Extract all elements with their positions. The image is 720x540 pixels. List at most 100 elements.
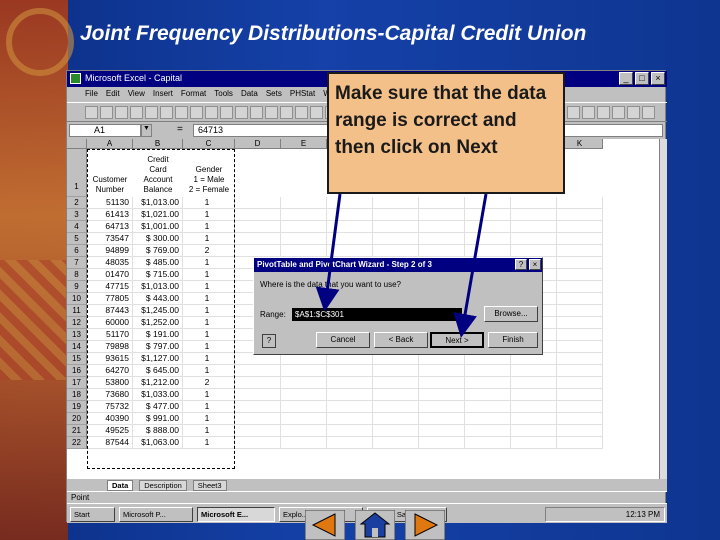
empty-cell[interactable] (281, 413, 327, 425)
row-header[interactable]: 17 (67, 377, 87, 389)
empty-cell[interactable] (511, 365, 557, 377)
empty-cell[interactable] (419, 377, 465, 389)
empty-cell[interactable] (465, 377, 511, 389)
empty-cell[interactable] (419, 365, 465, 377)
taskbar-button[interactable]: Microsoft E... (197, 507, 275, 522)
empty-cell[interactable] (327, 425, 373, 437)
empty-cell[interactable] (419, 425, 465, 437)
empty-cell[interactable] (511, 401, 557, 413)
empty-cell[interactable] (557, 281, 603, 293)
empty-cell[interactable] (419, 245, 465, 257)
empty-cell[interactable] (327, 365, 373, 377)
row-header[interactable]: 16 (67, 365, 87, 377)
menu-item-sets[interactable]: Sets (266, 89, 282, 101)
save-icon[interactable] (115, 106, 128, 119)
row-header[interactable]: 8 (67, 269, 87, 281)
empty-cell[interactable] (281, 377, 327, 389)
empty-cell[interactable] (235, 425, 281, 437)
empty-cell[interactable] (557, 437, 603, 449)
empty-cell[interactable] (419, 197, 465, 209)
hyperlink-icon[interactable] (265, 106, 278, 119)
empty-cell[interactable] (281, 197, 327, 209)
spelling-icon[interactable] (160, 106, 173, 119)
empty-cell[interactable] (511, 233, 557, 245)
column-header-a[interactable]: A (87, 139, 133, 149)
empty-cell[interactable] (465, 245, 511, 257)
empty-cell[interactable] (281, 365, 327, 377)
row-header[interactable]: 11 (67, 305, 87, 317)
empty-cell[interactable] (373, 221, 419, 233)
menu-item-phstat[interactable]: PHStat (290, 89, 315, 101)
row-header[interactable]: 21 (67, 425, 87, 437)
empty-cell[interactable] (557, 377, 603, 389)
row-header[interactable]: 19 (67, 401, 87, 413)
menu-item-file[interactable]: File (85, 89, 98, 101)
empty-cell[interactable] (511, 437, 557, 449)
row-header[interactable]: 9 (67, 281, 87, 293)
empty-cell[interactable] (511, 209, 557, 221)
range-input[interactable]: $A$1:$C$301 (292, 308, 462, 321)
next-slide-icon[interactable] (405, 510, 445, 540)
row-header[interactable]: 5 (67, 233, 87, 245)
empty-cell[interactable] (373, 389, 419, 401)
empty-cell[interactable] (327, 209, 373, 221)
next-button[interactable]: Next > (430, 332, 484, 348)
empty-cell[interactable] (557, 353, 603, 365)
empty-cell[interactable] (327, 377, 373, 389)
undo-icon[interactable] (235, 106, 248, 119)
dialog-close-button[interactable]: × (529, 259, 541, 270)
empty-cell[interactable] (465, 209, 511, 221)
empty-cell[interactable] (281, 425, 327, 437)
previous-slide-icon[interactable] (305, 510, 345, 540)
empty-cell[interactable] (557, 401, 603, 413)
empty-cell[interactable] (465, 425, 511, 437)
empty-cell[interactable] (235, 365, 281, 377)
column-header-b[interactable]: B (133, 139, 183, 149)
empty-cell[interactable] (557, 413, 603, 425)
empty-cell[interactable] (373, 437, 419, 449)
print-icon[interactable] (130, 106, 143, 119)
empty-cell[interactable] (373, 209, 419, 221)
empty-cell[interactable] (557, 389, 603, 401)
column-header-c[interactable]: C (183, 139, 235, 149)
empty-cell[interactable] (419, 437, 465, 449)
row-header[interactable]: 22 (67, 437, 87, 449)
empty-cell[interactable] (373, 233, 419, 245)
empty-cell[interactable] (373, 425, 419, 437)
redo-icon[interactable] (250, 106, 263, 119)
autosum-icon[interactable] (280, 106, 293, 119)
name-box[interactable]: A1 (69, 124, 141, 137)
select-all-corner[interactable] (67, 139, 87, 149)
row-header[interactable]: 10 (67, 293, 87, 305)
browse-button[interactable]: Browse... (484, 306, 538, 322)
empty-cell[interactable] (327, 221, 373, 233)
row-header[interactable]: 18 (67, 389, 87, 401)
empty-cell[interactable] (327, 245, 373, 257)
empty-cell[interactable] (557, 209, 603, 221)
minimize-button[interactable]: _ (619, 72, 633, 85)
menu-item-format[interactable]: Format (181, 89, 206, 101)
empty-cell[interactable] (373, 197, 419, 209)
empty-cell[interactable] (281, 209, 327, 221)
menu-item-view[interactable]: View (128, 89, 145, 101)
row-header[interactable]: 3 (67, 209, 87, 221)
sheet-tab-description[interactable]: Description (139, 479, 187, 491)
empty-cell[interactable] (511, 425, 557, 437)
empty-cell[interactable] (281, 221, 327, 233)
dialog-help-button[interactable]: ? (515, 259, 527, 270)
start-button[interactable]: Start (70, 507, 115, 522)
taskbar-button[interactable]: Microsoft P... (119, 507, 193, 522)
empty-cell[interactable] (235, 209, 281, 221)
empty-cell[interactable] (327, 197, 373, 209)
menu-item-edit[interactable]: Edit (106, 89, 120, 101)
wizard-help-icon[interactable]: ? (262, 334, 276, 348)
empty-cell[interactable] (281, 233, 327, 245)
empty-cell[interactable] (235, 401, 281, 413)
empty-cell[interactable] (511, 197, 557, 209)
empty-cell[interactable] (465, 233, 511, 245)
column-header-e[interactable]: E (281, 139, 327, 149)
empty-cell[interactable] (511, 389, 557, 401)
empty-cell[interactable] (465, 389, 511, 401)
empty-cell[interactable] (327, 401, 373, 413)
empty-cell[interactable] (557, 245, 603, 257)
